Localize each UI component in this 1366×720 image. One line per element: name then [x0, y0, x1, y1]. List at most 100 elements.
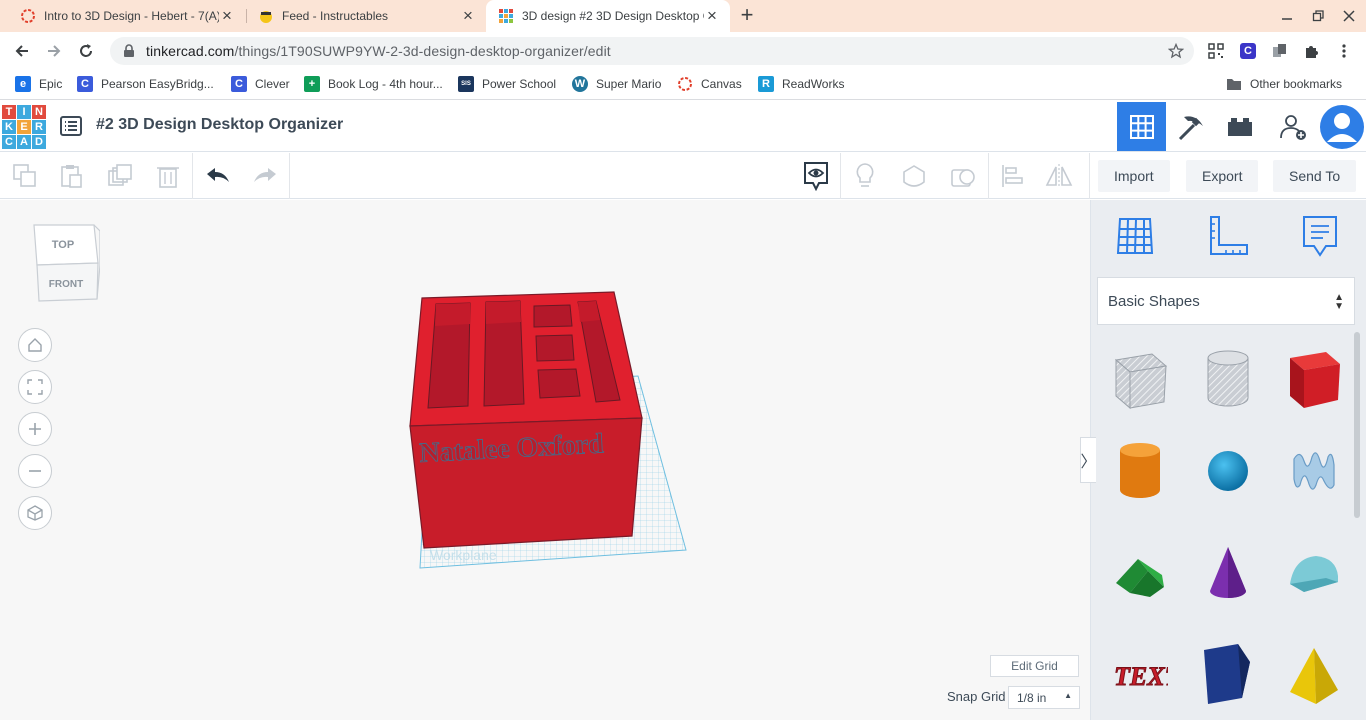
mirror-icon — [1045, 164, 1073, 188]
tab-tinkercad[interactable]: 3D design #2 3D Design Desktop Organizer… — [486, 0, 730, 32]
fit-view-button[interactable] — [18, 370, 52, 404]
address-bar[interactable]: tinkercad.com/things/1T90SUWP9YW-2-3d-de… — [110, 37, 1194, 65]
view-cube[interactable]: TOP FRONT — [30, 223, 100, 303]
close-tab-icon[interactable]: × — [460, 7, 476, 24]
import-button[interactable]: Import — [1098, 160, 1170, 192]
delete-button[interactable] — [148, 157, 188, 195]
undo-button[interactable] — [198, 157, 238, 195]
snap-grid-select[interactable]: 1/8 in ▲ — [1008, 686, 1080, 709]
shape-cylinder-hole[interactable] — [1198, 346, 1258, 412]
reload-button[interactable] — [71, 36, 101, 66]
workplane-tool-button[interactable] — [1111, 212, 1159, 260]
ruler-tool-button[interactable] — [1204, 212, 1252, 260]
cylinder-hole-icon — [1207, 350, 1249, 407]
pickaxe-icon — [1178, 115, 1203, 140]
tab-title: 3D design #2 3D Design Desktop Organizer — [522, 9, 704, 23]
other-bookmarks[interactable]: Other bookmarks — [1226, 74, 1342, 94]
close-window-button[interactable] — [1332, 0, 1366, 32]
redo-icon — [254, 168, 276, 182]
tinkercad-logo[interactable]: T I N K E R C A D — [2, 105, 46, 149]
copy-button[interactable] — [5, 157, 45, 195]
back-button[interactable] — [7, 36, 37, 66]
shape-pyramid[interactable] — [1284, 642, 1344, 708]
forward-button[interactable] — [39, 36, 69, 66]
group-button[interactable] — [943, 157, 983, 195]
new-tab-button[interactable]: + — [735, 4, 759, 28]
shape-box-hole[interactable] — [1110, 346, 1170, 412]
home-view-button[interactable] — [18, 328, 52, 362]
qr-extension-icon[interactable] — [1206, 41, 1226, 61]
tab-instructables[interactable]: Feed - Instructables × — [238, 0, 486, 32]
light-button[interactable] — [845, 157, 885, 195]
shape-cylinder[interactable] — [1110, 438, 1170, 504]
redo-button[interactable] — [245, 157, 285, 195]
shape-roof[interactable] — [1110, 540, 1170, 606]
design-title[interactable]: #2 3D Design Desktop Organizer — [96, 116, 343, 134]
sheets-icon: + — [304, 76, 320, 92]
minimize-button[interactable] — [1270, 0, 1304, 32]
design-menu-button[interactable] — [59, 114, 83, 138]
shape-sphere[interactable] — [1198, 438, 1258, 504]
trash-icon — [157, 167, 179, 188]
send-to-button[interactable]: Send To — [1273, 160, 1357, 192]
star-icon[interactable] — [1168, 43, 1184, 59]
view-cube-top-label: TOP — [52, 239, 74, 251]
toolbar-divider — [988, 153, 989, 199]
shape-box[interactable] — [1284, 346, 1344, 412]
invite-user-button[interactable] — [1268, 102, 1317, 151]
close-tab-icon[interactable]: × — [219, 7, 235, 24]
shape-solid-button[interactable] — [894, 157, 934, 195]
copy-extension-icon[interactable] — [1270, 41, 1290, 61]
zoom-out-button[interactable] — [18, 454, 52, 488]
desktop-organizer-model[interactable]: Natalee Oxford — [409, 291, 643, 549]
tab-title: Intro to 3D Design - Hebert - 7(A) — [44, 9, 219, 23]
group-icon — [951, 169, 975, 187]
shape-category-select[interactable]: Basic Shapes ▲ ▼ — [1097, 277, 1355, 325]
bookmark-super-mario[interactable]: W Super Mario — [572, 74, 661, 94]
extensions-button[interactable] — [1302, 41, 1322, 61]
close-tab-icon[interactable]: × — [704, 7, 720, 24]
bookmark-canvas[interactable]: Canvas — [677, 74, 742, 94]
shape-polygon[interactable] — [1198, 642, 1258, 708]
menu-button[interactable] — [1334, 41, 1354, 61]
zoom-in-button[interactable] — [18, 412, 52, 446]
canvas-icon — [21, 9, 35, 23]
export-button[interactable]: Export — [1186, 160, 1259, 192]
bricks-button[interactable] — [1215, 102, 1264, 151]
snap-grid-label: Snap Grid — [947, 689, 1006, 704]
bookmark-readworks[interactable]: R ReadWorks — [758, 74, 844, 94]
blocks-button[interactable] — [1166, 102, 1215, 151]
3d-view-button[interactable] — [1117, 102, 1166, 151]
shape-scribble[interactable] — [1284, 438, 1344, 504]
collapse-panel-button[interactable]: 〉 — [1080, 437, 1097, 483]
notes-tool-button[interactable] — [1296, 212, 1344, 260]
copy-icon — [1273, 44, 1286, 57]
bookmark-label: Canvas — [701, 77, 742, 91]
bookmark-power-school[interactable]: SIS Power School — [458, 74, 556, 94]
other-bookmarks-label: Other bookmarks — [1250, 77, 1343, 91]
align-button[interactable] — [992, 157, 1032, 195]
tab-canvas[interactable]: Intro to 3D Design - Hebert - 7(A) × — [0, 0, 245, 32]
restore-button[interactable] — [1301, 0, 1335, 32]
ortho-view-button[interactable] — [18, 496, 52, 530]
minimize-icon — [1282, 18, 1292, 20]
bookmark-book-log[interactable]: + Book Log - 4th hour... — [304, 74, 443, 94]
panel-scrollbar[interactable] — [1354, 332, 1360, 518]
arrow-right-icon — [48, 45, 61, 57]
snap-grid-value: 1/8 in — [1017, 690, 1047, 705]
bookmark-epic[interactable]: e Epic — [15, 74, 62, 94]
edit-grid-button[interactable]: Edit Grid — [990, 655, 1079, 677]
mirror-button[interactable] — [1039, 157, 1079, 195]
notes-toggle-button[interactable] — [796, 157, 836, 195]
shape-cone[interactable] — [1198, 540, 1258, 606]
paste-button[interactable] — [51, 157, 91, 195]
shape-text[interactable]: TEXT — [1110, 642, 1170, 708]
avatar[interactable] — [1317, 102, 1366, 151]
bookmark-label: Clever — [255, 77, 290, 91]
duplicate-button[interactable] — [100, 157, 140, 195]
shape-round-roof[interactable] — [1284, 540, 1344, 606]
cylinder-icon — [1120, 443, 1160, 498]
bookmark-pearson[interactable]: C Pearson EasyBridg... — [77, 74, 214, 94]
c-extension-icon[interactable]: C — [1238, 41, 1258, 61]
bookmark-clever[interactable]: C Clever — [231, 74, 290, 94]
